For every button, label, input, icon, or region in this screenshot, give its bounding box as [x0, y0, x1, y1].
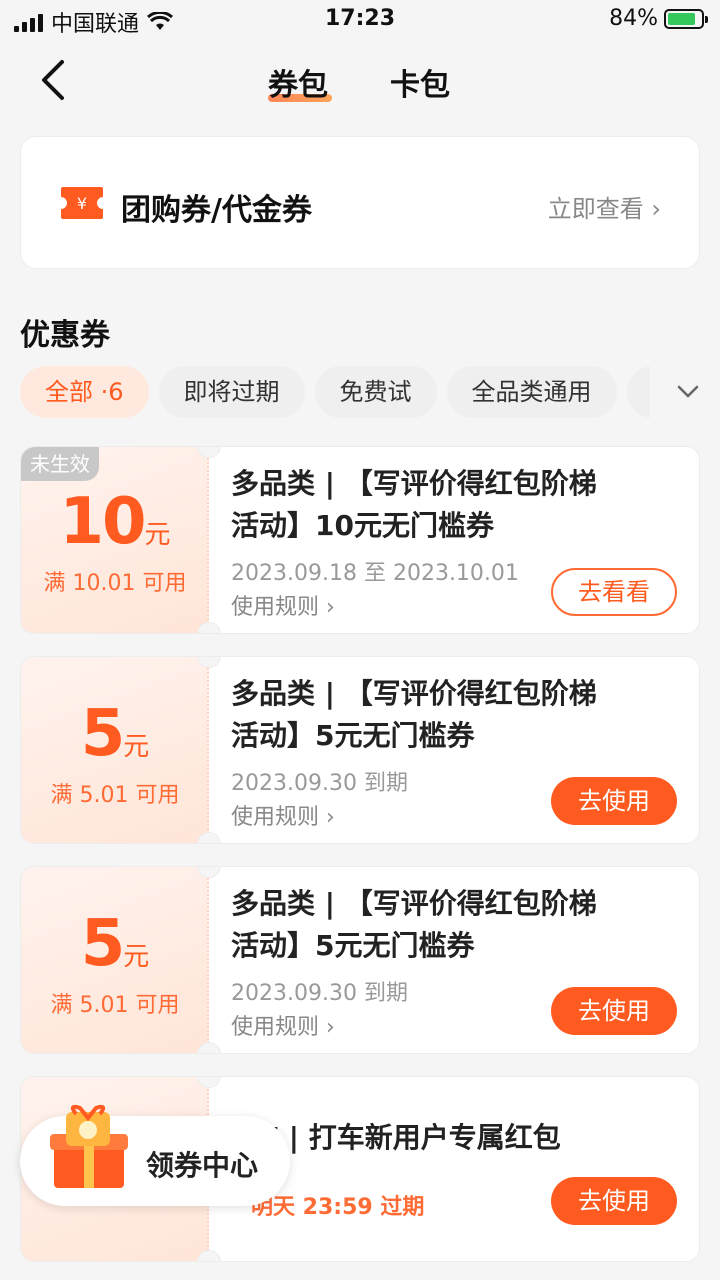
coupon-threshold: 满 10.01 可用 — [43, 571, 187, 596]
ticket-icon: ¥ — [61, 187, 103, 219]
coupon-card: 未生效 10元 满 10.01 可用 多品类 | 【写评价得红包阶梯 活动】10… — [20, 446, 700, 634]
tab-coupon-wallet[interactable]: 券包 — [268, 60, 328, 104]
coupon-card: 5元 满 5.01 可用 多品类 | 【写评价得红包阶梯 活动】5元无门槛券 2… — [20, 866, 700, 1054]
coupon-title: 多品类 | 【写评价得红包阶梯 活动】5元无门槛券 — [231, 887, 597, 962]
coupon-amount: 5元 — [80, 697, 150, 771]
filter-chip-expiring[interactable]: 即将过期 — [158, 366, 305, 418]
filter-chips: 全部 ·6 即将过期 免费试 全品类通用 — [20, 366, 660, 420]
coupon-threshold: 满 5.01 可用 — [50, 993, 180, 1018]
gift-box-icon — [50, 1104, 128, 1188]
coupon-center-label: 领券中心 — [146, 1149, 259, 1182]
coupon-amount-panel: 5元 满 5.01 可用 — [21, 657, 209, 843]
tab-card-wallet[interactable]: 卡包 — [390, 60, 450, 104]
coupon-center-button[interactable]: 领券中心 — [20, 1104, 290, 1206]
coupon-amount-panel: 未生效 10元 满 10.01 可用 — [21, 447, 209, 633]
coupon-title: 多品类 | 【写评价得红包阶梯 活动】5元无门槛券 — [231, 677, 597, 752]
battery-percent: 84% — [609, 6, 658, 31]
back-button[interactable] — [38, 58, 78, 106]
filter-chip-free-trial[interactable]: 免费试 — [314, 366, 437, 418]
view-now-link[interactable]: 立即查看 › — [548, 189, 661, 224]
coupon-validity: 2023.09.30 到期 — [231, 981, 408, 1006]
chevron-down-icon[interactable] — [676, 380, 700, 404]
coupon-amount-panel: 5元 满 5.01 可用 — [21, 867, 209, 1053]
view-coupon-button[interactable]: 去看看 — [551, 568, 677, 616]
coupon-card: 5元 满 5.01 可用 多品类 | 【写评价得红包阶梯 活动】5元无门槛券 2… — [20, 656, 700, 844]
coupon-threshold: 满 5.01 可用 — [50, 783, 180, 808]
coupon-validity: 2023.09.18 至 2023.10.01 — [231, 561, 519, 586]
group-buy-title: 团购券/代金券 — [121, 193, 312, 228]
coupon-title: 车 | 打车新用户专属红包 — [251, 1121, 561, 1154]
coupon-expiry: 明天 23:59 过期 — [251, 1195, 425, 1220]
use-coupon-button[interactable]: 去使用 — [551, 1177, 677, 1225]
use-coupon-button[interactable]: 去使用 — [551, 777, 677, 825]
status-right: 84% — [609, 6, 708, 31]
usage-rules-link[interactable]: 使用规则 › — [231, 1009, 335, 1041]
filter-chip-all[interactable]: 全部 ·6 — [20, 366, 149, 418]
use-coupon-button[interactable]: 去使用 — [551, 987, 677, 1035]
top-nav: 券包 卡包 — [0, 50, 720, 114]
section-title: 优惠券 — [20, 318, 110, 353]
coupon-title: 多品类 | 【写评价得红包阶梯 活动】10元无门槛券 — [231, 467, 597, 542]
battery-icon — [664, 8, 708, 29]
filter-chip-all-categories[interactable]: 全品类通用 — [446, 366, 617, 418]
svg-text:¥: ¥ — [77, 194, 87, 213]
usage-rules-link[interactable]: 使用规则 › — [231, 589, 335, 621]
back-arrow-icon — [42, 60, 64, 100]
coupon-validity: 2023.09.30 到期 — [231, 771, 408, 796]
coupon-amount: 5元 — [80, 907, 150, 981]
status-bar: 中国联通 17:23 84% — [0, 0, 720, 40]
group-buy-card[interactable]: ¥ 团购券/代金券 立即查看 › — [20, 136, 700, 269]
coupon-amount: 10元 — [59, 485, 171, 559]
usage-rules-link[interactable]: 使用规则 › — [231, 799, 335, 831]
status-badge: 未生效 — [21, 447, 99, 481]
